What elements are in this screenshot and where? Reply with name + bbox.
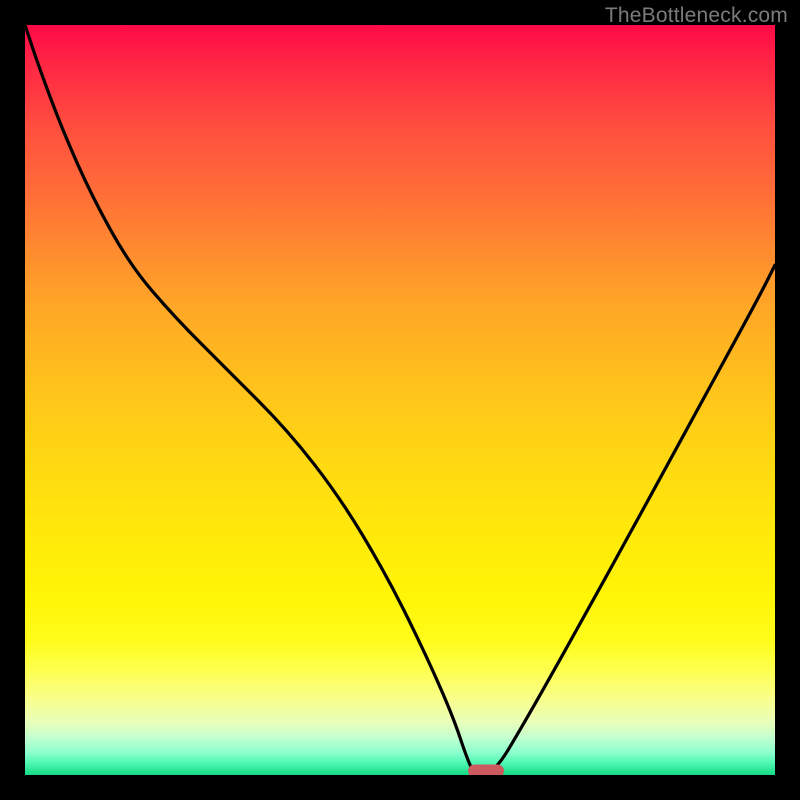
plot-area <box>25 25 775 775</box>
chart-frame: TheBottleneck.com <box>0 0 800 800</box>
optimal-point-marker <box>468 764 504 775</box>
bottleneck-curve <box>25 25 775 775</box>
